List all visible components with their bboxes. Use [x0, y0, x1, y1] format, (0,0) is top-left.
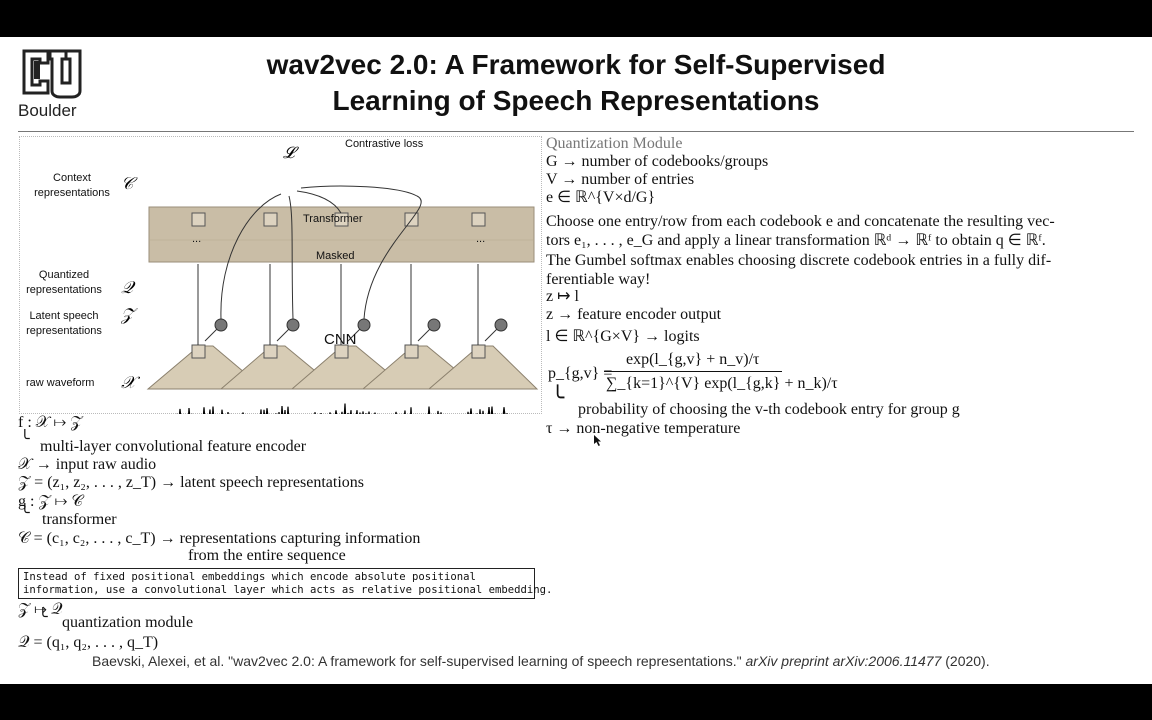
- quant-desc: quantization module: [62, 614, 194, 631]
- latent-symbol: 𝒵: [121, 305, 134, 324]
- probability-desc: probability of choosing the v-th codeboo…: [578, 401, 960, 418]
- context-symbol: 𝒞: [121, 174, 134, 193]
- slide-title: wav2vec 2.0: A Framework for Self-Superv…: [150, 47, 1002, 119]
- raw-waveform: [176, 403, 508, 414]
- positional-embedding-note: Instead of fixed positional embeddings w…: [18, 568, 553, 599]
- tau-def: τ → non-negative temperature: [546, 420, 741, 437]
- hook-3: ╰: [38, 609, 48, 626]
- hook-4: ╰: [551, 385, 565, 410]
- citation-venue: arXiv preprint arXiv:2006.11477: [745, 653, 942, 669]
- ellipsis-left: ...: [192, 233, 202, 245]
- c-desc-cont: from the entire sequence: [188, 547, 346, 564]
- transformer-desc: transformer: [42, 511, 117, 528]
- encoder-desc: multi-layer convolutional feature encode…: [40, 438, 307, 455]
- context-label: Context representations: [34, 172, 110, 199]
- citation-text: Baevski, Alexei, et al. "wav2vec 2.0: A …: [92, 653, 742, 669]
- masked-label: Masked: [316, 250, 355, 262]
- quantized-symbol: 𝒬: [121, 278, 134, 297]
- citation-year: (2020).: [945, 653, 990, 669]
- mouse-cursor-icon: [594, 435, 601, 446]
- loss-symbol: 𝓛: [283, 145, 295, 162]
- quantization-module-title: Quantization Module: [546, 135, 683, 152]
- para-2-line-1: The Gumbel softmax enables choosing disc…: [546, 252, 1052, 269]
- title-line-1: wav2vec 2.0: A Framework for Self-Superv…: [266, 49, 886, 80]
- latent-label: Latent speech representations: [26, 310, 102, 337]
- hook-1: ╰: [20, 431, 30, 448]
- z-desc: 𝒵 = (z₁, z₂, . . . , z_T) → latent speec…: [18, 474, 365, 491]
- citation: Baevski, Alexei, et al. "wav2vec 2.0: A …: [92, 653, 990, 669]
- softmax-denominator: ∑_{k=1}^{V} exp(l_{g,k} + n_k)/τ: [606, 375, 838, 392]
- para-1-line-1: Choose one entry/row from each codebook …: [546, 213, 1055, 230]
- note-line-2: information, use a convolutional layer w…: [23, 584, 553, 596]
- raw-symbol: 𝒳: [121, 373, 136, 392]
- cnn-label: CNN: [324, 331, 357, 348]
- q-desc: 𝒬 = (q₁, q₂, . . . , q_T): [18, 634, 159, 651]
- c-desc: 𝒞 = (c₁, c₂, . . . , c_T) → representati…: [18, 530, 421, 547]
- hook-2: ╰: [20, 505, 30, 522]
- encoder-mapping: f : 𝒳 ↦ 𝒵: [18, 414, 83, 431]
- fraction-bar: [604, 371, 782, 372]
- quantized-label: Quantized representations: [26, 269, 102, 296]
- university-logo: [22, 49, 82, 99]
- pgv-lhs: p_{g,v} =: [548, 365, 613, 382]
- slide: Boulder wav2vec 2.0: A Framework for Sel…: [0, 37, 1152, 684]
- note-line-1: Instead of fixed positional embeddings w…: [23, 571, 476, 583]
- transformer-label: Transformer: [303, 213, 363, 225]
- raw-waveform-label: raw waveform: [26, 377, 95, 389]
- g-def: G → number of codebooks/groups: [546, 153, 769, 170]
- contrastive-loss-label: Contrastive loss: [345, 138, 424, 150]
- z-def: z → feature encoder output: [546, 306, 722, 323]
- logo-text: Boulder: [18, 101, 77, 120]
- e-def: e ∈ ℝ^{V×d/G}: [546, 189, 656, 206]
- v-def: V → number of entries: [546, 171, 695, 188]
- x-desc: 𝒳 → input raw audio: [18, 456, 157, 473]
- z-to-l: z ↦ l: [546, 288, 579, 305]
- ellipsis-right: ...: [476, 233, 486, 245]
- title-line-2: Learning of Speech Representations: [332, 85, 820, 116]
- para-2-line-2: ferentiable way!: [546, 271, 651, 288]
- para-1-line-2: tors e₁, . . . , e_G and apply a linear …: [546, 232, 1046, 249]
- l-def: l ∈ ℝ^{G×V} → logits: [546, 328, 700, 345]
- softmax-numerator: exp(l_{g,v} + n_v)/τ: [626, 351, 760, 368]
- title-rule: [18, 131, 1134, 132]
